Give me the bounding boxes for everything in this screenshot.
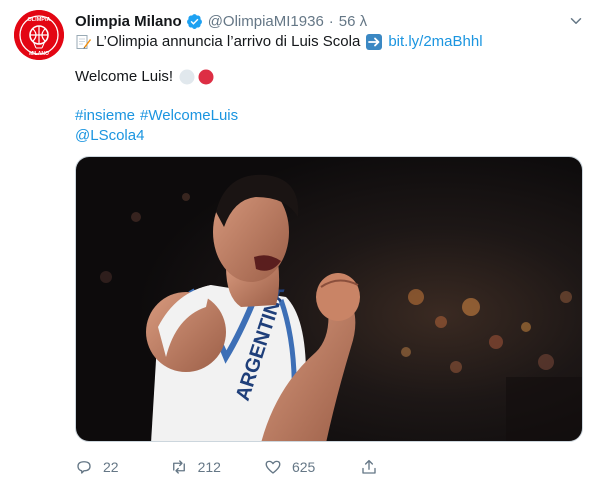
hashtag-welcomeluis[interactable]: #WelcomeLuis [140,106,238,126]
reply-count: 22 [103,459,119,475]
player-photo: ARGENTINA [76,157,582,441]
tweet-hashtags: #insieme #WelcomeLuis [75,106,238,126]
memo-icon [75,34,91,50]
like-button[interactable]: 625 [264,458,315,476]
right-arrow-icon [366,34,383,50]
tweet-text-welcome: Welcome Luis! [75,68,174,85]
white-circle-icon [179,69,195,85]
mention-lscola4[interactable]: @LScola4 [75,126,144,146]
separator-dot: · [328,12,334,30]
like-icon [264,458,282,476]
retweet-button[interactable]: 212 [170,458,221,476]
tweet-text-line-2: Welcome Luis! [75,67,214,87]
author-handle[interactable]: @OlimpiaMI1936 [208,13,324,30]
reply-button[interactable]: 22 [75,458,119,476]
tweet-actions: 22 212 625 [75,456,378,478]
chevron-down-icon[interactable] [567,12,585,30]
tweet-text-announce: L’Olimpia annuncia l’arrivo di Luis Scol… [96,33,361,50]
red-circle-icon [198,69,214,85]
hashtag-insieme[interactable]: #insieme [75,106,135,126]
svg-text:MILANO: MILANO [29,51,49,57]
like-count: 625 [291,459,316,475]
retweet-count: 212 [197,459,221,475]
retweet-icon [170,458,188,476]
timestamp[interactable]: 56 λ [339,13,367,30]
verified-badge-icon [186,13,203,30]
svg-text:OLIMPIA: OLIMPIA [28,17,51,23]
tweet-card[interactable]: OLIMPIA MILANO Olimpia Milano @OlimpiaMI… [0,0,607,487]
tweet-text-line-1: L’Olimpia annuncia l’arrivo di Luis Scol… [75,32,483,52]
tweet-mention-line: @LScola4 [75,126,144,146]
reply-icon [75,458,93,476]
tweet-header: Olimpia Milano @OlimpiaMI1936 · 56 λ [75,11,367,31]
avatar[interactable]: OLIMPIA MILANO [14,10,64,60]
author-name[interactable]: Olimpia Milano [75,13,182,30]
olimpia-logo: OLIMPIA MILANO [14,10,64,60]
share-button[interactable] [360,458,378,476]
article-link[interactable]: bit.ly/2maBhhl [388,32,482,52]
tweet-photo[interactable]: ARGENTINA [75,156,583,442]
share-icon [360,458,378,476]
